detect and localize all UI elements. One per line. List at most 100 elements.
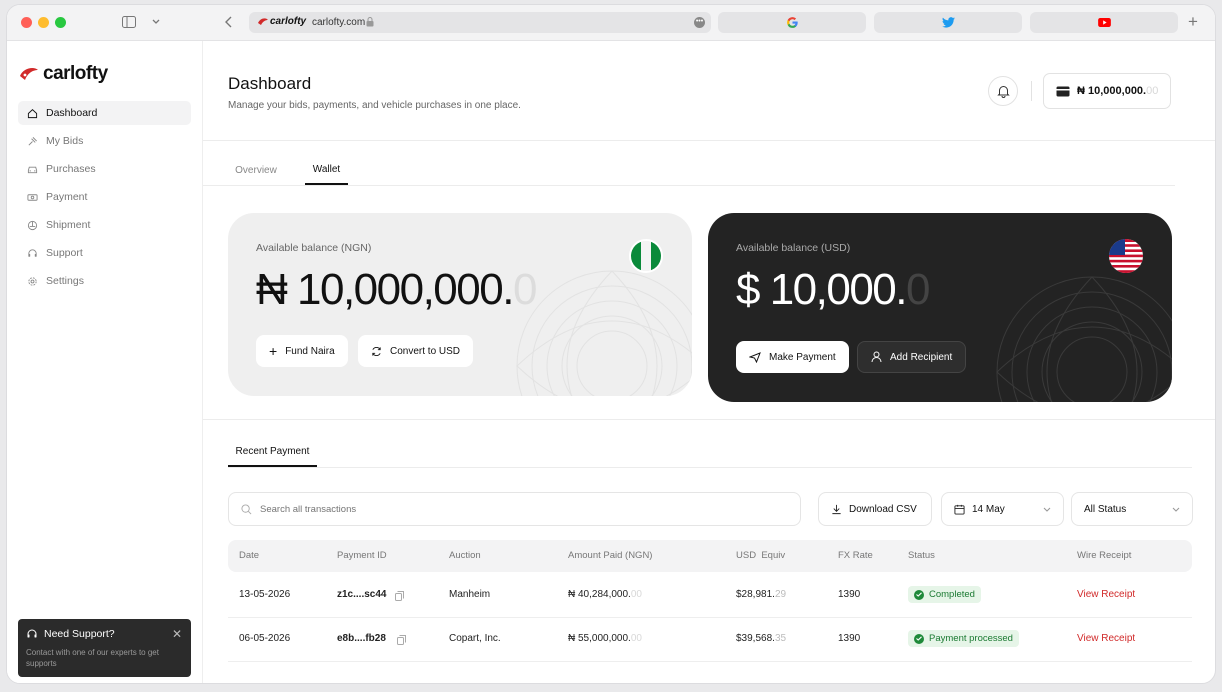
view-receipt-link[interactable]: View Receipt (1077, 589, 1135, 600)
search-input[interactable] (260, 503, 740, 515)
make-payment-button[interactable]: Make Payment (736, 341, 849, 373)
page-title: Dashboard (228, 74, 312, 93)
address-bar[interactable]: carlofty carlofty.com ••• (249, 12, 711, 33)
page-subtitle: Manage your bids, payments, and vehicle … (228, 100, 521, 111)
tab-youtube[interactable] (1030, 12, 1178, 33)
header-divider-line (203, 140, 1215, 141)
check-icon (914, 589, 924, 600)
sidebar-item-my-bids[interactable]: My Bids (18, 129, 191, 153)
ship-icon (27, 220, 38, 230)
tabs-underline (203, 185, 1175, 186)
minimize-window-button[interactable] (38, 17, 49, 28)
sidebar-item-support[interactable]: Support (18, 241, 191, 265)
send-icon (749, 351, 761, 363)
usd-balance-label: Available balance (USD) (736, 242, 851, 254)
view-receipt-link[interactable]: View Receipt (1077, 633, 1135, 644)
row-payment-id: z1c....sc44 (337, 589, 387, 600)
download-csv-button[interactable]: Download CSV (818, 492, 932, 526)
browser-toolbar: carlofty carlofty.com ••• + (7, 5, 1215, 41)
sidebar-item-shipment[interactable]: Shipment (18, 213, 191, 237)
convert-to-usd-button[interactable]: Convert to USD (358, 335, 474, 367)
headset-icon (28, 248, 37, 257)
sidebar-item-settings[interactable]: Settings (18, 269, 191, 293)
wallet-balance-pill[interactable]: ₦ 10,000,000.00 (1043, 73, 1171, 109)
recent-tabs-underline (228, 467, 1192, 468)
sidebar-item-label: My Bids (46, 135, 84, 147)
notifications-button[interactable] (988, 76, 1018, 106)
section-divider (203, 419, 1215, 420)
tab-wallet[interactable]: Wallet (305, 155, 348, 185)
gavel-icon (28, 136, 37, 145)
sidebar-item-label: Support (46, 247, 83, 259)
close-icon[interactable]: ✕ (172, 627, 182, 641)
ngn-wallet-card: Available balance (NGN) ₦ 10,000,000.0 +… (228, 213, 692, 396)
search-icon (241, 503, 252, 514)
fund-naira-button[interactable]: + Fund Naira (256, 335, 348, 367)
new-tab-icon[interactable]: + (1188, 12, 1198, 32)
table-row[interactable]: 06-05-2026 e8b....fb28 Copart, Inc. ₦ 55… (228, 618, 1192, 662)
guilloche-decoration-icon (996, 276, 1172, 402)
row-amount: ₦ 55,000,000.00 (568, 633, 642, 644)
column-header: Auction (449, 550, 481, 561)
column-header: Wire Receipt (1077, 550, 1132, 561)
sidebar-item-label: Dashboard (46, 107, 98, 119)
support-title-text: Need Support? (44, 628, 115, 640)
status-badge: Payment processed (908, 630, 1019, 647)
youtube-icon (1098, 18, 1111, 27)
copy-icon[interactable] (397, 635, 406, 645)
column-header: FX Rate (838, 550, 873, 561)
calendar-icon (954, 504, 965, 515)
table-row[interactable]: 13-05-2026 z1c....sc44 Manheim ₦ 40,284,… (228, 574, 1192, 618)
brand-logo[interactable]: carlofty (19, 63, 108, 85)
close-window-button[interactable] (21, 17, 32, 28)
status-filter-select[interactable]: All Status (1071, 492, 1193, 526)
copy-icon[interactable] (395, 591, 404, 601)
headset-icon (27, 629, 37, 638)
back-arrow-icon[interactable] (225, 16, 233, 28)
sidebar-item-purchases[interactable]: Purchases (18, 157, 191, 181)
date-filter-select[interactable]: 14 May (941, 492, 1064, 526)
tab-twitter[interactable] (874, 12, 1022, 33)
support-title: Need Support? (26, 628, 183, 640)
wallet-balance: ₦ 10,000,000.00 (1077, 85, 1159, 97)
sidebar-item-label: Settings (46, 275, 84, 287)
row-auction: Manheim (449, 589, 491, 600)
car-icon (27, 166, 38, 173)
sidebar-item-payment[interactable]: Payment (18, 185, 191, 209)
row-payment-id: e8b....fb28 (337, 633, 386, 644)
sidebar: carlofty Dashboard My Bids Purchases Pay… (7, 41, 203, 683)
search-field[interactable] (228, 492, 801, 526)
header-divider (1031, 81, 1032, 101)
guilloche-decoration-icon (516, 270, 692, 396)
add-recipient-button[interactable]: Add Recipient (857, 341, 967, 373)
maximize-window-button[interactable] (55, 17, 66, 28)
sidebar-item-dashboard[interactable]: Dashboard (18, 101, 191, 125)
usa-flag-icon (1109, 239, 1143, 273)
check-icon (914, 633, 924, 644)
tab-overview[interactable]: Overview (228, 155, 284, 185)
tab-google[interactable] (718, 12, 866, 33)
support-card[interactable]: Need Support? Contact with one of our ex… (18, 619, 191, 677)
sidebar-toggle-icon[interactable] (122, 16, 136, 28)
carlofty-favicon-icon (258, 18, 268, 25)
row-auction: Copart, Inc. (449, 633, 501, 644)
lock-icon (366, 17, 374, 27)
ngn-balance-amount: ₦ 10,000,000.0 (256, 265, 537, 314)
money-icon (27, 193, 38, 201)
usd-wallet-card: Available balance (USD) $ 10,000.0 Make … (708, 213, 1172, 402)
user-icon (871, 351, 882, 363)
address-bar-url: carlofty.com (312, 17, 366, 28)
more-options-icon[interactable]: ••• (694, 17, 705, 28)
row-fx: 1390 (838, 589, 861, 600)
chevron-down-icon[interactable] (152, 19, 160, 25)
chevron-down-icon (1172, 507, 1180, 512)
refresh-icon (372, 346, 381, 356)
tab-recent-payment[interactable]: Recent Payment (228, 437, 317, 467)
row-usd: $39,568.35 (736, 633, 787, 644)
usd-balance-amount: $ 10,000.0 (736, 265, 930, 314)
ngn-balance-label: Available balance (NGN) (256, 242, 372, 254)
row-amount: ₦ 40,284,000.00 (568, 589, 642, 600)
column-header: Date (239, 550, 260, 561)
browser-window: carlofty carlofty.com ••• + carlofty Das… (6, 4, 1216, 684)
plus-icon: + (269, 343, 278, 359)
